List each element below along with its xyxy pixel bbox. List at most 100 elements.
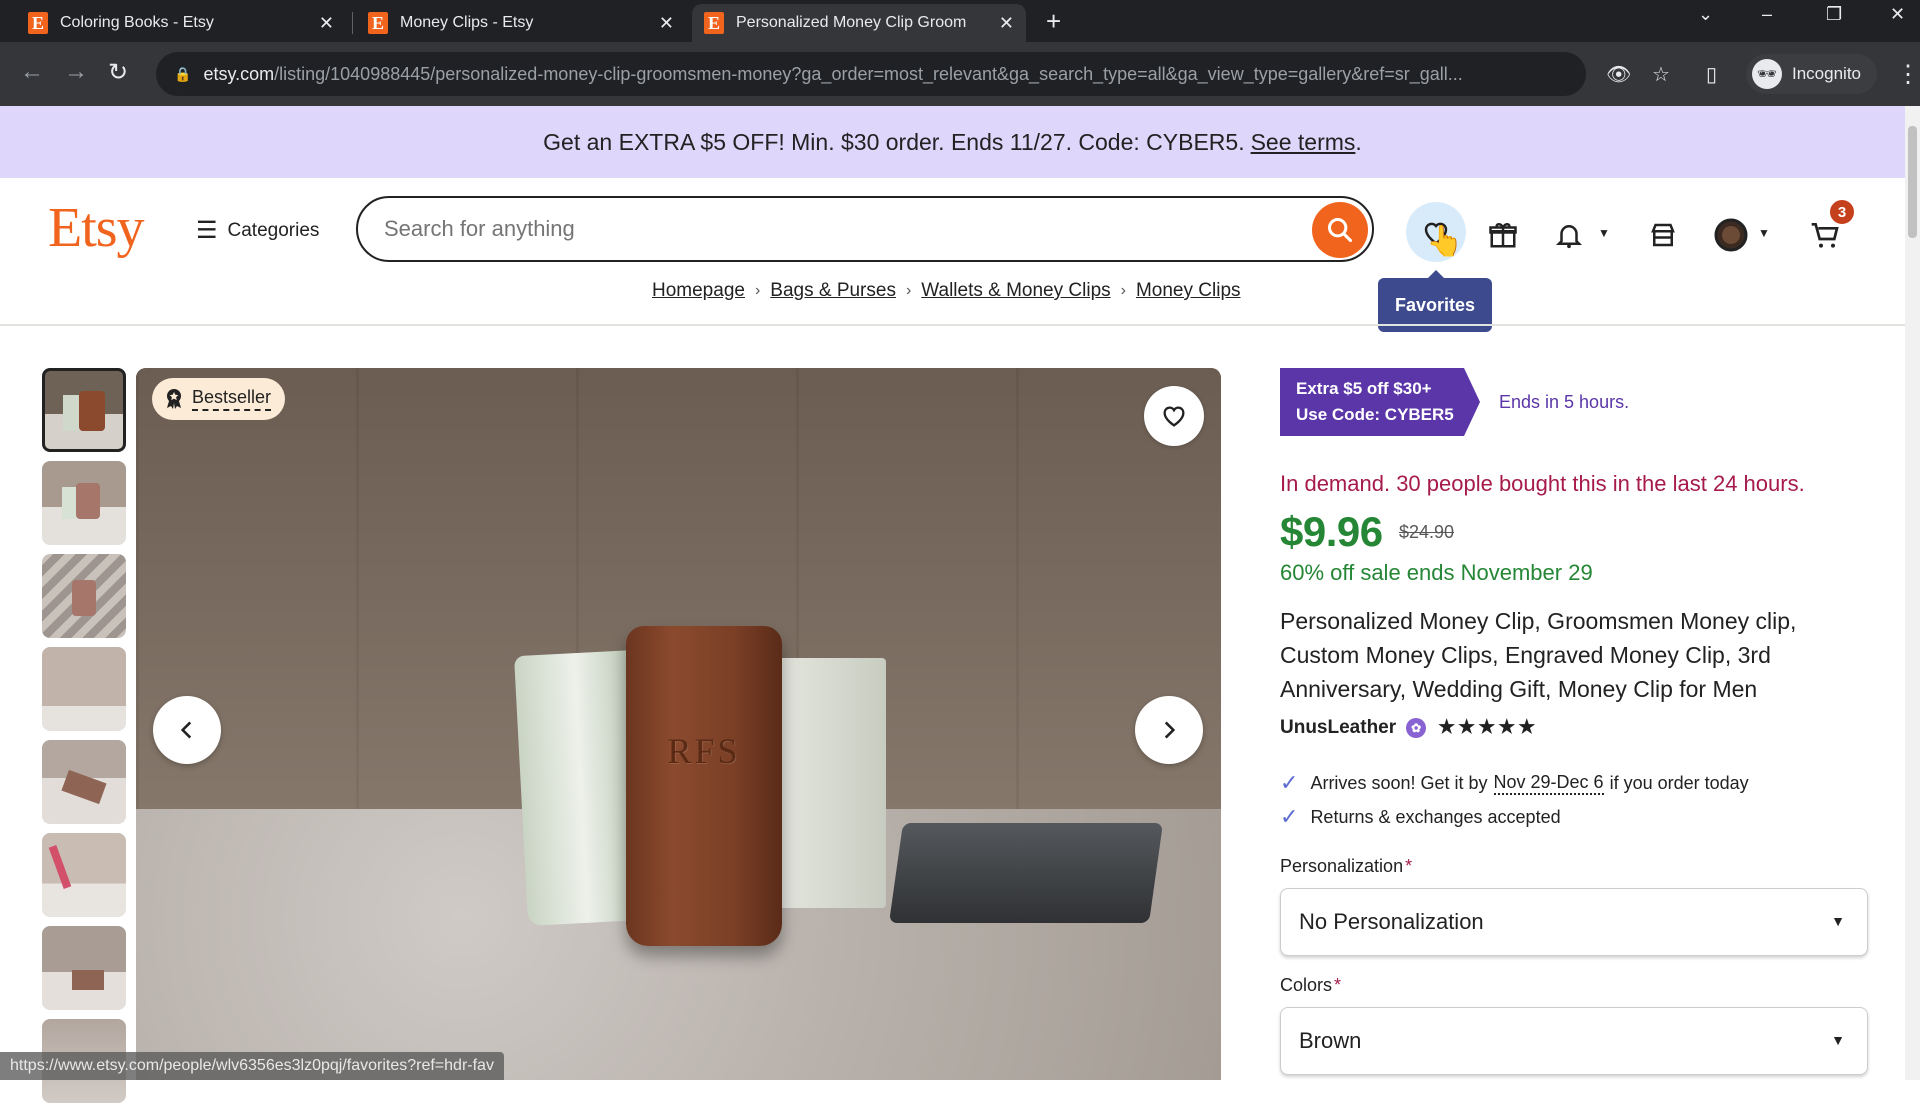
search-input[interactable] [384,216,1264,242]
etsy-logo[interactable]: Etsy [48,196,145,260]
categories-button[interactable]: ☰ Categories [196,216,319,245]
page-scrollbar[interactable] [1905,106,1920,1080]
arrives-prefix: Arrives soon! Get it by [1310,772,1488,793]
breadcrumb-chevron-icon: › [754,282,761,299]
new-tab-button[interactable]: + [1046,6,1061,37]
see-terms-link[interactable]: See terms [1251,129,1356,156]
address-bar[interactable]: 🔒 etsy.com/listing/1040988445/personaliz… [156,52,1586,96]
account-caret-icon[interactable]: ▼ [1758,226,1770,240]
window-close-icon[interactable]: ✕ [1890,4,1905,25]
chevron-right-icon [1164,721,1176,739]
tab-title: Personalized Money Clip Groom [736,14,967,31]
promo-banner-text: Get an EXTRA $5 OFF! Min. $30 order. End… [543,128,1245,155]
dropdown-arrow-icon: ▼ [1831,913,1845,929]
side-panel-icon[interactable]: ▯ [1706,62,1717,87]
chevron-left-icon [180,721,192,739]
url-text: etsy.com/listing/1040988445/personalized… [203,63,1463,84]
lock-icon: 🔒 [174,65,192,82]
incognito-profile-button[interactable]: 🕶 Incognito [1746,54,1877,94]
account-button[interactable] [1704,208,1758,262]
thumbnail-strip [42,368,128,1112]
personalization-selected-value: No Personalization [1299,909,1484,934]
next-image-button[interactable] [1135,696,1203,764]
image-banknotes [776,658,886,908]
browser-tab-bar: E Coloring Books - Etsy ✕ E Money Clips … [0,0,1920,42]
browser-toolbar: ← → ↻ 🔒 etsy.com/listing/1040988445/pers… [0,42,1920,106]
thumbnail-1[interactable] [42,368,126,452]
bookmark-star-icon[interactable]: ☆ [1652,62,1670,87]
required-asterisk: * [1405,856,1413,876]
notifications-caret-icon[interactable]: ▼ [1598,226,1610,240]
bestseller-badge[interactable]: Bestseller [152,378,286,420]
search-button[interactable] [1312,202,1368,258]
personalization-select[interactable]: No Personalization ▼ [1280,888,1868,956]
personalization-label: Personalization * [1280,856,1412,877]
returns-policy: ✓ Returns & exchanges accepted [1280,804,1561,830]
required-asterisk: * [1334,975,1342,995]
link-status-bar: https://www.etsy.com/people/wlv6356es3lz… [0,1052,504,1080]
gift-icon [1489,222,1517,248]
hamburger-menu-icon: ☰ [196,217,218,244]
check-icon: ✓ [1280,770,1299,795]
star-seller-badge-icon: ✿ [1406,717,1427,738]
personalization-label-text: Personalization [1280,856,1404,876]
restore-icon[interactable]: ❐ [1826,4,1842,25]
page-scrollbar-thumb[interactable] [1908,126,1917,238]
tracking-protection-eye-icon[interactable]: 👁 [1606,62,1631,87]
hand-cursor-icon: 👆 [1426,225,1464,258]
tab-title: Coloring Books - Etsy [60,14,214,31]
thumbnail-6[interactable] [42,833,126,917]
award-ribbon-icon [167,389,181,409]
tab-personalized-money-clip[interactable]: E Personalized Money Clip Groom ✕ [692,4,1026,42]
promo-ends-text: Ends in 5 hours. [1499,392,1630,412]
original-price: $24.90 [1399,522,1455,542]
cart-count-badge: 3 [1828,198,1856,226]
tab-close-icon[interactable]: ✕ [659,13,674,34]
breadcrumb-chevron-icon: › [1120,282,1126,299]
sale-price: $9.96 [1280,508,1383,555]
avatar [1714,218,1748,252]
thumbnail-4[interactable] [42,647,126,731]
promo-code-tag: Extra $5 off $30+ Use Code: CYBER5 [1280,368,1480,436]
sale-ends-text: 60% off sale ends November 29 [1280,560,1593,585]
product-main-image[interactable]: RFS Bestseller [136,368,1221,1080]
image-stamp-tool [888,823,1164,923]
header-divider [0,324,1905,326]
shop-manager-button[interactable] [1636,208,1690,262]
gift-button[interactable] [1476,208,1530,262]
tab-close-icon[interactable]: ✕ [319,13,334,34]
categories-label: Categories [227,219,320,241]
rating-stars[interactable]: ★★★★★ [1438,716,1538,739]
tab-coloring-books[interactable]: E Coloring Books - Etsy ✕ [16,4,346,42]
colors-label-text: Colors [1280,975,1333,995]
bell-icon [1555,225,1583,249]
tab-close-icon[interactable]: ✕ [999,13,1014,34]
minimize-icon[interactable]: – [1762,4,1772,25]
incognito-icon: 🕶 [1752,59,1782,89]
delivery-date-link[interactable]: Nov 29-Dec 6 [1493,772,1604,795]
notifications-button[interactable] [1542,208,1596,262]
breadcrumb-bags-purses[interactable]: Bags & Purses [770,280,896,302]
shop-name-link[interactable]: UnusLeather [1280,717,1396,739]
back-icon[interactable]: ← [20,58,44,86]
dropdown-arrow-icon: ▼ [1831,1032,1845,1048]
banner-period: . [1355,128,1362,155]
browser-menu-icon[interactable]: ⋮ [1896,60,1920,89]
tab-money-clips[interactable]: E Money Clips - Etsy ✕ [356,4,686,42]
add-to-favorites-button[interactable] [1144,386,1204,446]
tab-search-chevron-icon[interactable]: ⌄ [1698,4,1713,25]
promo-line-2: Use Code: CYBER5 [1296,405,1454,424]
breadcrumb-homepage[interactable]: Homepage [652,280,745,302]
thumbnail-3[interactable] [42,554,126,638]
thumbnail-2[interactable] [42,461,126,545]
breadcrumb-wallets-money-clips[interactable]: Wallets & Money Clips [921,280,1110,302]
reload-icon[interactable]: ↻ [108,58,128,87]
colors-selected-value: Brown [1299,1028,1362,1053]
forward-icon[interactable]: → [64,58,88,86]
thumbnail-7[interactable] [42,926,126,1010]
arrives-suffix: if you order today [1609,772,1749,793]
previous-image-button[interactable] [153,696,221,764]
breadcrumb-money-clips[interactable]: Money Clips [1136,280,1241,302]
thumbnail-5[interactable] [42,740,126,824]
colors-select[interactable]: Brown ▼ [1280,1007,1868,1075]
